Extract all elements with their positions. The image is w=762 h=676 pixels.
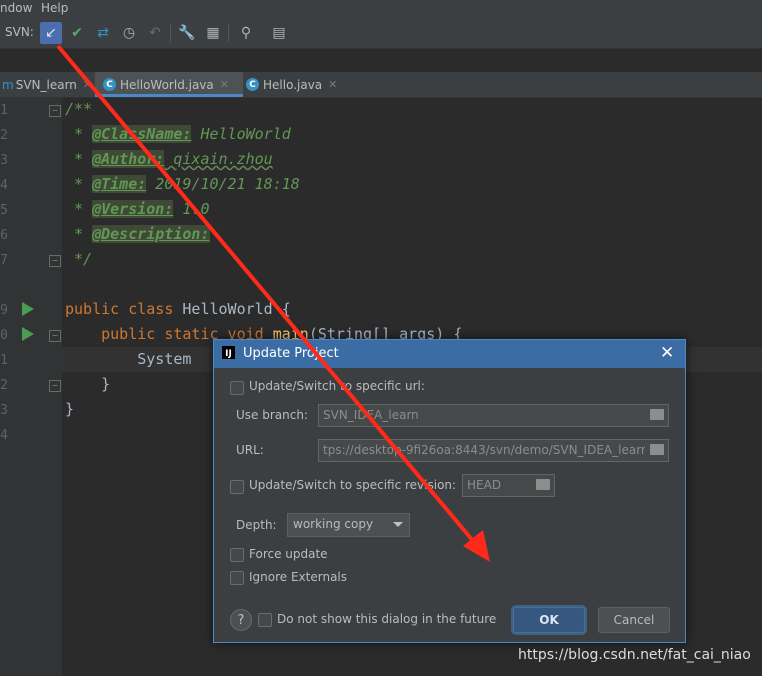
watermark: https://blog.csdn.net/fat_cai_niao: [518, 647, 751, 663]
annotation-arrow-line: [56, 44, 476, 544]
annotation-arrow: [56, 44, 490, 562]
